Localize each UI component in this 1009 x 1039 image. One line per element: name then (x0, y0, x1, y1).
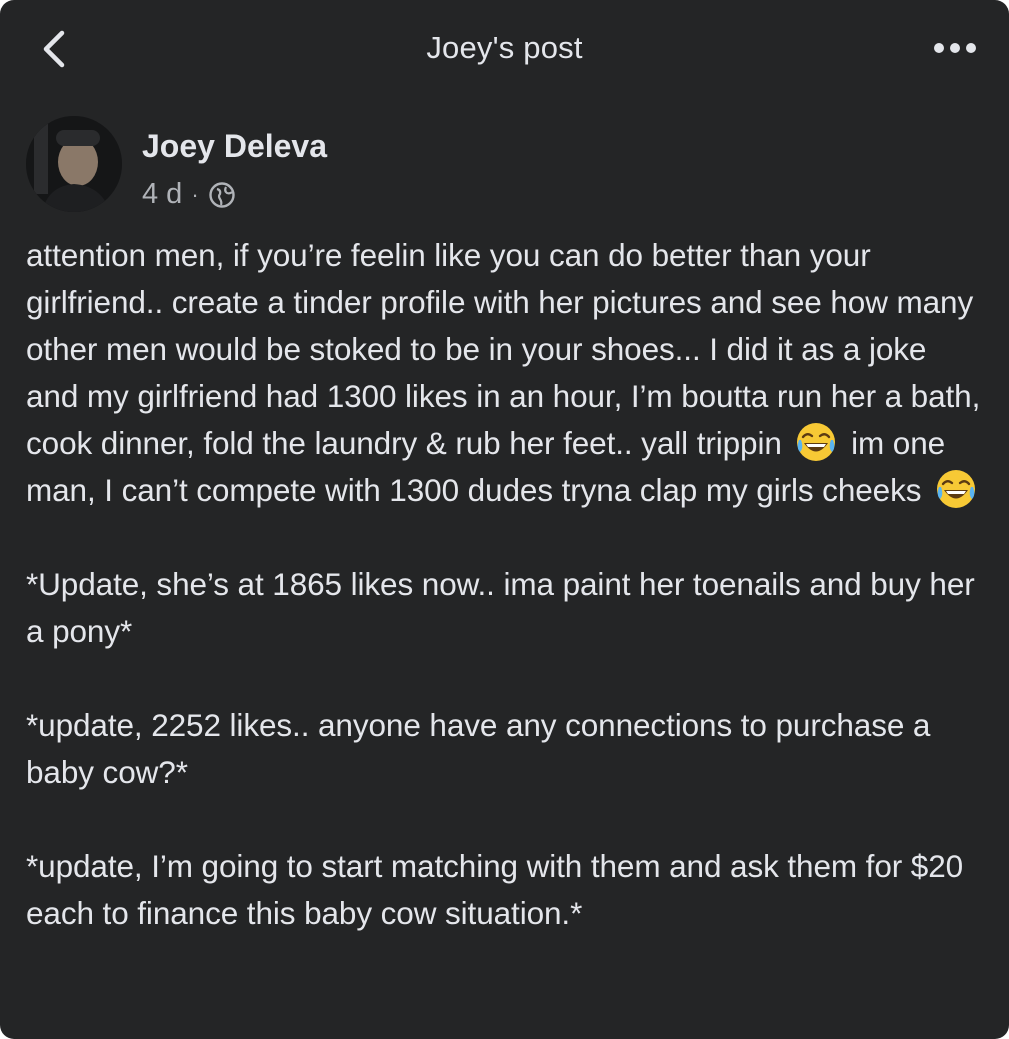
header-bar: Joey's post (0, 0, 1009, 100)
post-body: attention men, if you’re feelin like you… (26, 232, 986, 937)
post-paragraph-2: *Update, she’s at 1865 likes now.. ima p… (26, 566, 975, 649)
post-screen: Joey's post Joey Deleva 4 d · attention … (0, 0, 1009, 1039)
post-meta: 4 d · (142, 178, 236, 211)
laughing-emoji-icon (797, 423, 836, 461)
laughing-emoji-icon (937, 470, 976, 508)
more-horizontal-icon (934, 43, 976, 53)
globe-icon (208, 181, 235, 208)
meta-separator: · (191, 181, 199, 207)
profile-photo (26, 116, 122, 212)
post-paragraph-3: *update, 2252 likes.. anyone have any co… (26, 707, 931, 790)
page-title: Joey's post (426, 30, 583, 65)
post-paragraph-4: *update, I’m going to start matching wit… (26, 848, 964, 931)
post-timestamp[interactable]: 4 d (142, 178, 182, 211)
more-options-button[interactable] (927, 30, 983, 66)
avatar[interactable] (26, 116, 122, 212)
author-name[interactable]: Joey Deleva (142, 128, 327, 165)
post-paragraph-1: attention men, if you’re feelin like you… (26, 232, 986, 514)
